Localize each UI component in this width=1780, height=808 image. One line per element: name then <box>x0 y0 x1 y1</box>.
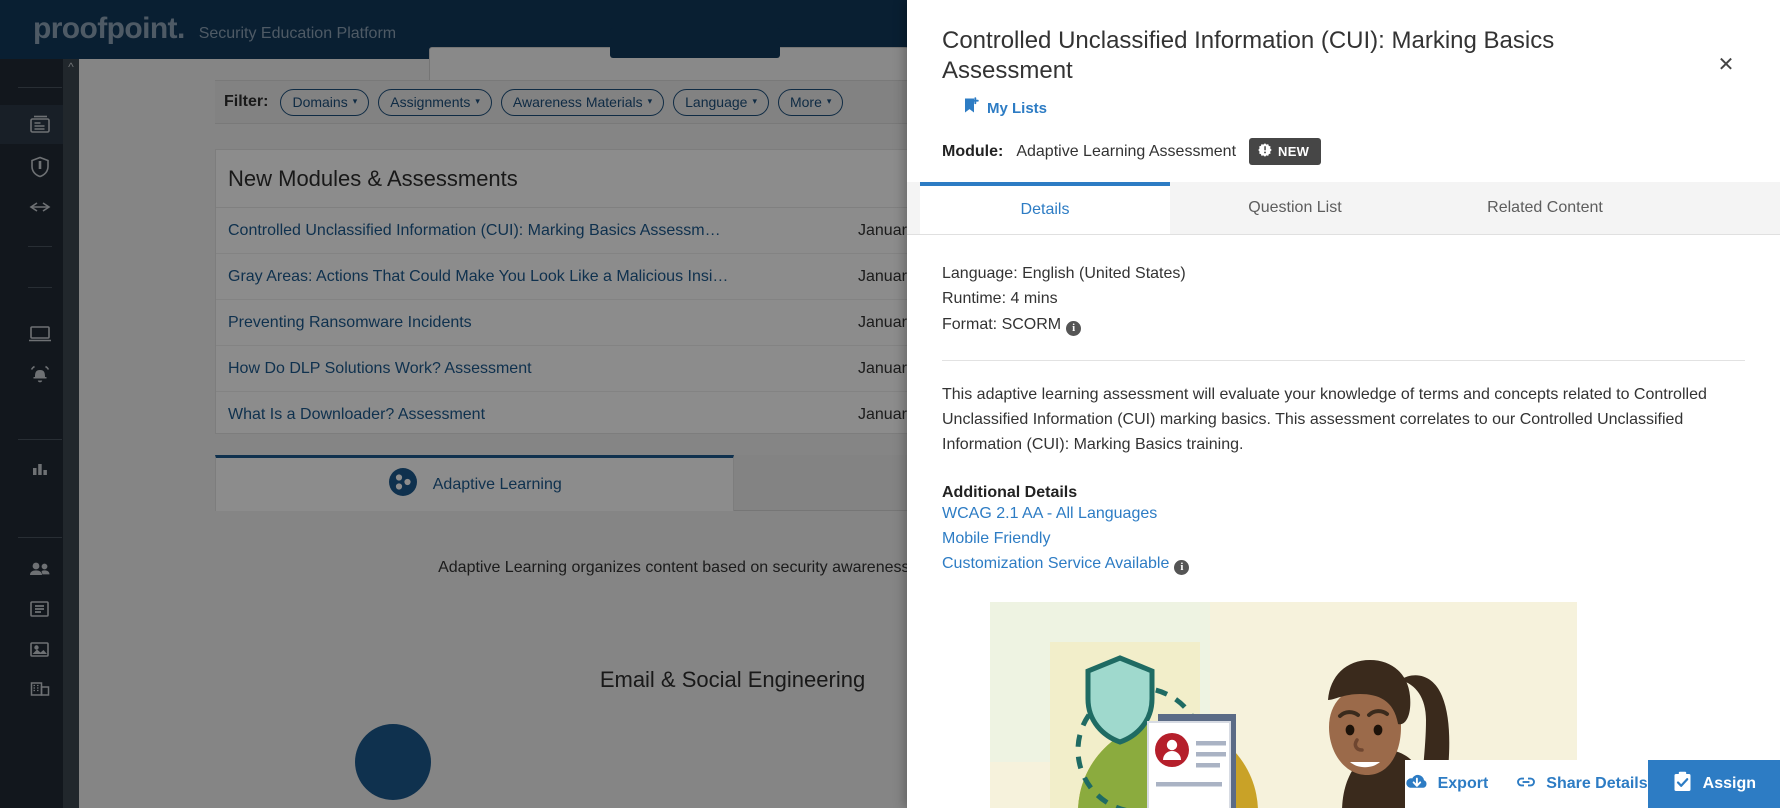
module-label: Module: <box>942 142 1004 160</box>
my-lists-label: My Lists <box>987 100 1048 117</box>
panel-tabs: Details Question List Related Content <box>907 182 1780 235</box>
language-line: Language: English (United States) <box>942 265 1186 282</box>
tab-related-content[interactable]: Related Content <box>1420 182 1670 234</box>
additional-details-heading: Additional Details <box>942 483 1078 501</box>
link-chain-icon <box>1515 775 1537 794</box>
cloud-download-icon <box>1405 773 1429 796</box>
page-title: Controlled Unclassified Information (CUI… <box>942 27 1555 84</box>
module-line: Module: Adaptive Learning Assessment NEW <box>942 138 1740 165</box>
tab-label: Question List <box>1248 199 1342 216</box>
description-text: This adaptive learning assessment will e… <box>942 385 1707 453</box>
action-spacer <box>1488 760 1516 808</box>
share-details-button[interactable]: Share Details <box>1515 760 1648 808</box>
link-mobile-friendly[interactable]: Mobile Friendly <box>942 527 1745 552</box>
panel-body: Language: English (United States) Runtim… <box>907 235 1780 808</box>
tab-question-list[interactable]: Question List <box>1170 182 1420 234</box>
tab-label: Details <box>1020 200 1070 218</box>
my-lists-button[interactable]: My Lists <box>963 97 1047 120</box>
format-line: Format: SCORM i <box>942 312 1745 337</box>
tab-label: Related Content <box>1487 199 1603 216</box>
close-icon[interactable]: ✕ <box>1713 52 1739 78</box>
screen: proofpoint. Security Education Platform <box>0 0 1780 808</box>
export-label: Export <box>1437 775 1489 792</box>
bookmark-plus-icon <box>963 97 980 120</box>
link-wcag[interactable]: WCAG 2.1 AA - All Languages <box>942 502 1745 527</box>
panel-header: Controlled Unclassified Information (CUI… <box>907 0 1780 165</box>
format-text: Format: SCORM <box>942 315 1062 333</box>
link-customization-service[interactable]: Customization Service Available i <box>942 552 1745 577</box>
link-label: Customization Service Available <box>942 554 1170 572</box>
tab-details[interactable]: Details <box>920 182 1170 234</box>
module-value: Adaptive Learning Assessment <box>1016 142 1237 160</box>
assign-label: Assign <box>1702 775 1756 792</box>
clipboard-check-icon <box>1672 771 1693 798</box>
info-icon[interactable]: i <box>1174 559 1190 575</box>
burst-icon <box>1258 143 1272 160</box>
assign-button[interactable]: Assign <box>1647 760 1780 808</box>
status-badge-label: NEW <box>1278 144 1310 159</box>
share-details-label: Share Details <box>1546 775 1648 792</box>
divider <box>942 359 1745 361</box>
info-icon[interactable]: i <box>1066 320 1082 336</box>
export-button[interactable]: Export <box>1404 760 1489 808</box>
content-detail-panel: Controlled Unclassified Information (CUI… <box>907 0 1780 808</box>
panel-action-bar: Export Share Details Assign <box>907 760 1780 808</box>
runtime-line: Runtime: 4 mins <box>942 290 1058 308</box>
status-badge: NEW <box>1249 138 1322 165</box>
